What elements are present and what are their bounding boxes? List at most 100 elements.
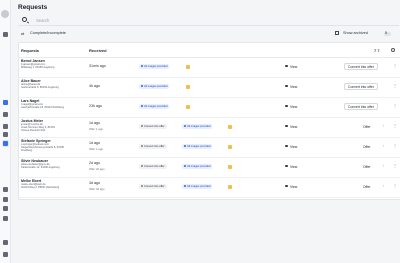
eye-icon [285,125,288,127]
avatar[interactable] [1,10,9,18]
table-header: Requests Received 7 7 [19,43,400,58]
offer-age: Offer 1 ago [89,146,103,151]
view-button[interactable]: View [283,84,299,90]
link-icon[interactable] [3,187,8,192]
offer-button[interactable]: Offer [363,124,370,130]
eye-icon [285,145,288,147]
inbox-icon[interactable] [3,32,8,37]
customer-city: Ostsee-Deutsch-Süd [21,129,46,132]
smiley-icon [228,144,232,149]
more-options-icon[interactable]: ⋮ [393,64,397,68]
more-options-icon[interactable]: ⋮ [393,144,397,148]
search-bar [18,16,399,26]
offer-button[interactable]: Offer [363,144,370,150]
tools-icon[interactable] [3,197,8,202]
received-time: 1d ago [89,121,100,125]
received-time: 23h ago [89,104,102,108]
convert-status-badge: Convert into offer [139,124,167,129]
offer-age: Offer 2d ago [89,166,105,171]
view-button[interactable]: View [283,164,299,170]
table-row[interactable]: Silvie Neubauer silvie.neubauer@gmx.de Kai… [19,158,400,178]
more-options-icon[interactable]: ⋮ [393,164,397,168]
settings-icon[interactable] [3,252,8,257]
folder-icon[interactable] [3,112,8,117]
col-requests[interactable]: Requests [21,48,39,53]
table-row[interactable]: Lars Nagel l.nagel@gmail.com Auerbachstraß… [19,98,400,118]
convert-into-offer-button[interactable]: Convert into offer [344,83,378,90]
convert-status-badge: Convert into offer [139,184,167,189]
search-icon [22,17,27,22]
filter-toolbar: ⇄ Complete/Incomplete Show archived 5 [18,29,399,39]
user-icon[interactable] [3,206,8,211]
offer-age: Offer 1 ago [89,126,103,131]
offer-age: Offer 3d ago [89,186,105,191]
chart-icon[interactable] [3,100,8,105]
customer-address: Auerbachstraße 18, 89143 Wolfsburg [21,106,65,109]
customer-address: Mittelweg 1, 86150 Augsburg [21,66,55,69]
offer-button[interactable]: Offer [363,184,370,190]
images-status-badge: All images provided [182,184,213,189]
home-icon[interactable] [3,124,8,129]
sort-control[interactable]: 7 7 [374,48,380,53]
show-archived-toggle-label[interactable]: Show archived [343,31,368,35]
smiley-icon [228,184,232,189]
page-title: Requests [18,4,48,11]
requests-icon[interactable] [3,141,8,146]
archived-count: 5 [385,31,387,35]
requests-table: Requests Received 7 7 Bernd Jansen b.jans… [18,42,400,200]
customer-address: Rudolf-Weg 2, 85847 Wachsberg [21,186,60,189]
logout-icon[interactable] [3,240,8,245]
main-content: Requests ⇄ Complete/Incomplete Show arch… [11,0,400,263]
archive-icon [335,31,339,35]
col-received[interactable]: Received [89,48,107,53]
search-input[interactable] [36,16,336,25]
smiley-icon [186,104,190,109]
chevron-right-icon[interactable]: › [383,184,384,188]
chevron-right-icon[interactable]: › [383,164,384,168]
received-time: 2d ago [89,161,100,165]
check-icon: ⇄ [21,31,25,36]
offer-button[interactable]: Offer [363,164,370,170]
convert-status-badge: Convert into offer [139,144,167,149]
chevron-right-icon[interactable]: › [383,124,384,128]
view-button[interactable]: View [283,144,299,150]
table-row[interactable]: Meike Ebert meike.ebert@web.de Rudolf-Weg … [19,178,400,198]
view-button[interactable]: View [283,124,299,130]
smiley-icon [228,164,232,169]
convert-status-badge: Convert into offer [139,164,167,169]
images-status-badge: All images provided [139,64,170,69]
received-time: 3d ago [89,181,100,185]
view-button[interactable]: View [283,184,299,190]
more-options-icon[interactable]: ⋮ [393,184,397,188]
table-row[interactable]: Justus Meier jmeier@t-online.de Josef-Somm… [19,118,400,138]
view-button[interactable]: View [283,104,299,110]
received-time: 1d ago [89,141,100,145]
received-time: 31min ago [89,64,106,68]
more-options-icon[interactable]: ⋮ [393,104,397,108]
more-options-icon[interactable]: ⋮ [393,124,397,128]
table-row[interactable]: Stefanie Springer s.springer@outlook.com S… [19,138,400,158]
convert-into-offer-button[interactable]: Convert into offer [344,103,378,110]
complete-filter[interactable]: Complete/Incomplete [30,31,66,35]
images-status-badge: All images provided [139,104,170,109]
eye-icon [285,105,288,107]
chevron-right-icon[interactable]: › [383,144,384,148]
more-options-icon[interactable]: ⋮ [393,84,397,88]
view-button[interactable]: View [283,64,299,70]
list-icon[interactable] [3,132,8,137]
table-row[interactable]: Alice Bauer abme@bauer.de Gartenstraße 5, … [19,78,400,98]
convert-into-offer-button[interactable]: Convert into offer [344,63,378,70]
images-status-badge: All images provided [182,144,213,149]
eye-icon [285,65,288,67]
eye-icon [285,165,288,167]
images-status-badge: All images provided [182,164,213,169]
gear-icon[interactable] [391,48,395,52]
customer-address: Gartenstraße 5, 86154 Augsburg [21,86,59,89]
table-row[interactable]: Bernd Jansen b.jansen@gmail.com Mittelweg … [19,58,400,78]
sidebar [0,0,11,263]
smiley-icon [186,84,190,89]
grid-icon[interactable] [3,216,8,221]
customer-address: Kaiserstraße 12, 64190 Augsburg [21,166,60,169]
eye-icon [285,185,288,187]
eye-icon [285,85,288,87]
